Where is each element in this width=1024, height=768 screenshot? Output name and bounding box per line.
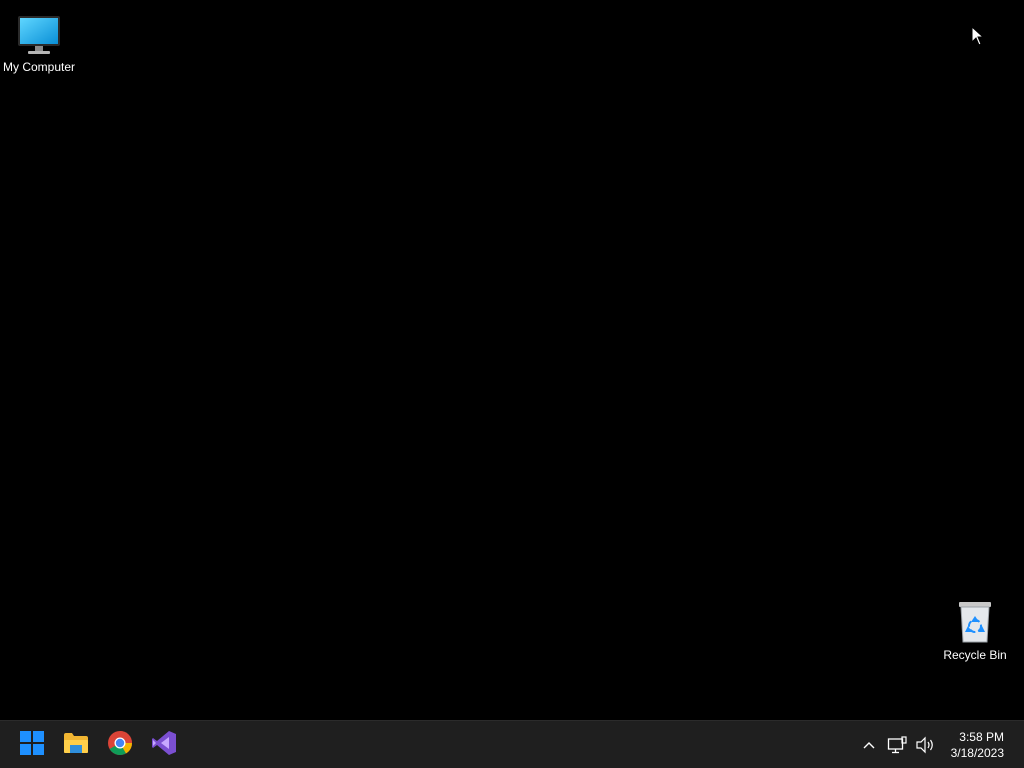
visual-studio-icon xyxy=(151,730,177,761)
visual-studio-button[interactable] xyxy=(144,725,184,765)
desktop-icon-label: My Computer xyxy=(2,60,76,74)
desktop-icon-recycle-bin[interactable]: Recycle Bin xyxy=(936,596,1014,662)
desktop[interactable]: My Computer Recycle Bin xyxy=(0,0,1024,720)
mouse-pointer-icon xyxy=(971,25,985,46)
monitor-icon xyxy=(15,8,63,56)
clock-time: 3:58 PM xyxy=(959,729,1004,744)
network-icon[interactable] xyxy=(885,733,909,757)
taskbar: 3:58 PM 3/18/2023 xyxy=(0,720,1024,768)
system-tray: 3:58 PM 3/18/2023 xyxy=(857,721,1024,768)
desktop-icon-label: Recycle Bin xyxy=(943,648,1007,662)
clock-date: 3/18/2023 xyxy=(950,745,1004,760)
chevron-up-icon[interactable] xyxy=(857,733,881,757)
folder-icon xyxy=(63,732,89,759)
chrome-icon xyxy=(107,730,133,761)
file-explorer-button[interactable] xyxy=(56,725,96,765)
windows-logo-icon xyxy=(20,730,44,760)
chrome-button[interactable] xyxy=(100,725,140,765)
start-button[interactable] xyxy=(12,725,52,765)
taskbar-clock[interactable]: 3:58 PM 3/18/2023 xyxy=(951,729,1004,761)
desktop-icon-my-computer[interactable]: My Computer xyxy=(0,8,78,74)
recycle-bin-icon xyxy=(951,596,999,644)
volume-icon[interactable] xyxy=(913,733,937,757)
